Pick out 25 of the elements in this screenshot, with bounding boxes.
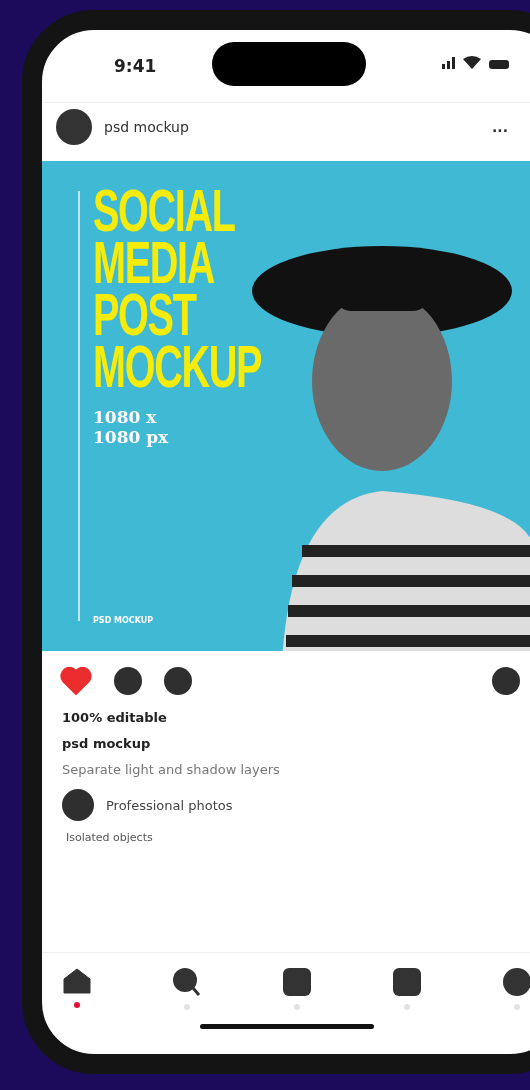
username[interactable]: psd mockup — [104, 119, 189, 135]
comment-text: Professional photos — [106, 797, 233, 813]
home-icon — [62, 967, 92, 995]
poster-title: SOCIAL — [93, 185, 235, 237]
caption-text: Separate light and shadow layers — [61, 761, 281, 779]
poster-size: 1080 x — [93, 407, 158, 427]
heart-icon[interactable] — [60, 667, 92, 695]
square-icon — [392, 967, 422, 997]
square-icon — [282, 967, 312, 997]
battery-icon — [489, 60, 509, 69]
wifi-icon — [463, 56, 481, 69]
caption-user: psd mockup — [61, 735, 152, 753]
search-icon — [172, 967, 202, 997]
likes-text: 100% editable — [61, 709, 168, 727]
poster-footer: PSD MOCKUP — [93, 616, 348, 625]
status-time: 9:41 — [114, 56, 157, 76]
poster-size: 1080 px — [93, 427, 170, 447]
signal-icon — [442, 56, 455, 69]
commenter-avatar — [62, 789, 94, 821]
avatar[interactable] — [56, 109, 92, 145]
more-button[interactable]: ... — [492, 119, 508, 135]
note-text: Isolated objects — [65, 831, 154, 844]
poster-title: MEDIA — [93, 237, 214, 289]
poster-title: MOCKUP — [93, 341, 262, 393]
poster-title: POST — [93, 289, 196, 341]
